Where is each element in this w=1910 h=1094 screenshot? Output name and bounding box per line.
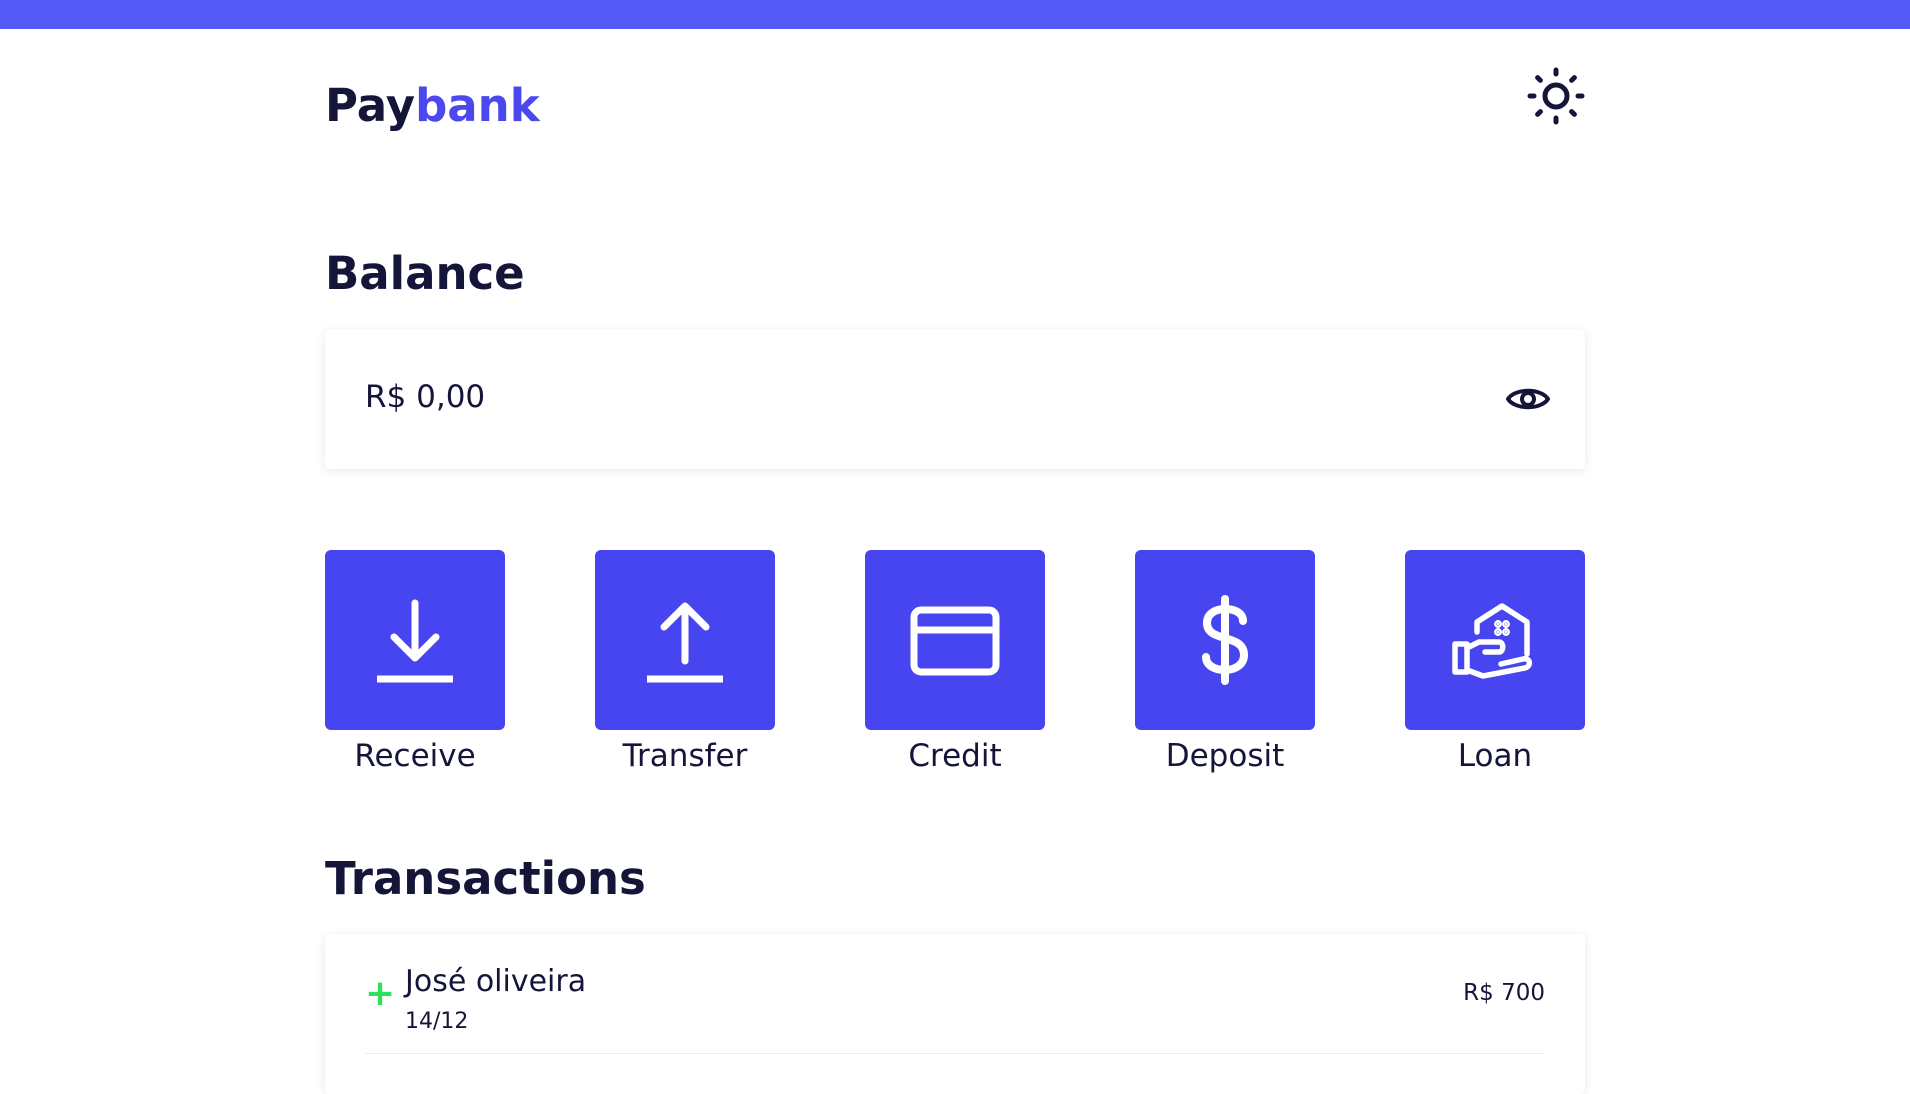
transactions-title: Transactions [325,852,646,905]
download-icon [377,599,453,683]
action-credit[interactable]: Credit [865,550,1045,774]
house-hand-icon [1452,603,1533,679]
transaction-row[interactable]: + José oliveira 14/12 R$ 700 [365,934,1545,1054]
logo-accent-text: bank [415,79,540,132]
deposit-label: Deposit [1165,738,1285,774]
transaction-date: 14/12 [405,1009,469,1034]
loan-label: Loan [1457,738,1533,774]
transfer-button[interactable] [595,550,775,730]
theme-toggle-button[interactable] [1527,67,1585,125]
app-header: Paybank [325,29,1585,179]
incoming-plus-icon: + [365,973,396,1014]
balance-amount: R$ 0,00 [365,379,486,415]
app-logo[interactable]: Paybank [325,79,540,132]
transaction-name: José oliveira [405,964,587,999]
loan-button[interactable] [1405,550,1585,730]
transfer-label: Transfer [622,738,748,774]
credit-label: Credit [908,738,1002,774]
top-accent-bar [0,0,1910,29]
action-transfer[interactable]: Transfer [595,550,775,774]
logo-primary-text: Pay [325,79,416,132]
sun-icon [1527,67,1585,125]
action-deposit[interactable]: Deposit [1135,550,1315,774]
action-receive[interactable]: Receive [325,550,505,774]
action-loan[interactable]: Loan [1405,550,1585,774]
balance-card: R$ 0,00 [325,329,1585,469]
credit-button[interactable] [865,550,1045,730]
quick-actions: Receive Transfer Credit Deposit Loan [325,550,1585,774]
receive-label: Receive [354,738,476,774]
transactions-card: + José oliveira 14/12 R$ 700 [325,934,1585,1094]
balance-title: Balance [325,247,525,300]
toggle-balance-visibility-button[interactable] [1503,377,1553,421]
page-container: Paybank Balance R$ 0,00 Receive Transfer… [325,29,1585,1094]
upload-icon [647,602,723,683]
dollar-icon [1202,595,1248,685]
transaction-amount: R$ 700 [1463,980,1545,1006]
eye-icon [1506,388,1550,410]
credit-card-icon [910,606,1000,676]
deposit-button[interactable] [1135,550,1315,730]
receive-button[interactable] [325,550,505,730]
